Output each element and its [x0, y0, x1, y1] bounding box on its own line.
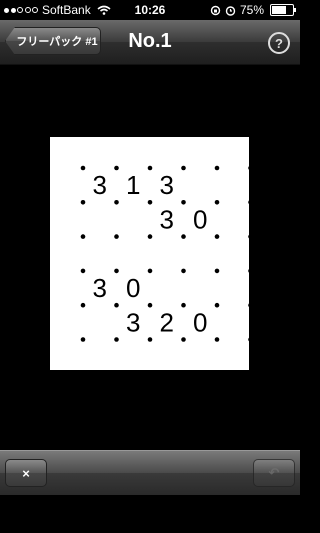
grid-dot [80, 268, 86, 274]
battery-percent: 75% [239, 3, 264, 17]
grid-dot [114, 234, 119, 239]
battery-icon [270, 4, 296, 16]
cell-clue: 2 [160, 307, 174, 337]
grid-dot [214, 165, 220, 171]
cell-clue: 3 [160, 170, 174, 200]
grid-dot [114, 337, 119, 342]
grid-dot [248, 303, 249, 307]
cell-clue: 0 [126, 273, 140, 303]
cell-clue: 0 [193, 307, 207, 337]
grid-dot [147, 268, 153, 274]
grid-dot [147, 165, 153, 171]
grid-dot [181, 302, 186, 308]
grid-dot [114, 302, 119, 308]
close-button[interactable]: × [5, 459, 47, 487]
grid-dot [181, 337, 186, 342]
cell-clue: 1 [126, 170, 140, 200]
grid-dot [248, 166, 249, 170]
grid-dot [248, 200, 249, 205]
grid-dot [80, 337, 86, 342]
close-icon: × [22, 465, 30, 481]
grid-dot [181, 268, 186, 274]
grid-dot [80, 234, 86, 239]
cell-clue: 3 [93, 170, 107, 200]
grid-dot [214, 234, 220, 239]
grid-dot [181, 234, 186, 239]
page-title: No.1 [128, 30, 172, 52]
grid-dot [181, 200, 186, 205]
cell-clue: 0 [193, 204, 207, 234]
grid-dot [114, 200, 119, 205]
puzzle-board[interactable]: 3133030320 [50, 137, 249, 370]
grid-dot [214, 337, 220, 342]
grid-dot [147, 234, 153, 239]
navigation-bar: フリーパック #1 No.1 ? [0, 20, 300, 65]
battery-fill [272, 6, 286, 14]
help-icon: ? [275, 35, 283, 51]
grid-dot [248, 234, 249, 239]
status-right: 75% [210, 3, 296, 17]
grid-dot [181, 165, 186, 171]
grid-dot [147, 337, 153, 342]
cell-clue: 3 [126, 307, 140, 337]
alarm-icon [225, 5, 236, 16]
grid-dot [214, 200, 220, 205]
cell-clue: 3 [160, 204, 174, 234]
grid-dot [248, 337, 249, 342]
grid-dot [114, 268, 119, 274]
grid-dot [147, 302, 153, 308]
cell-clue: 3 [93, 273, 107, 303]
grid-dot [147, 200, 153, 205]
undo-button[interactable]: ↶ [253, 459, 295, 487]
bottom-toolbar: × ↶ [0, 450, 300, 495]
undo-icon: ↶ [268, 465, 280, 480]
puzzle-grid[interactable]: 3 1 33 03 03 2 0 [50, 137, 249, 370]
status-bar: SoftBank 10:26 75% [0, 0, 300, 20]
grid-dot [80, 302, 86, 308]
help-button[interactable]: ? [268, 32, 290, 54]
rotation-lock-icon [210, 5, 221, 15]
grid-dot [114, 165, 119, 171]
grid-dot [214, 302, 220, 308]
grid-dot [80, 200, 86, 205]
grid-dot [80, 165, 86, 171]
grid-dot [248, 269, 249, 273]
grid-dot [214, 268, 220, 274]
